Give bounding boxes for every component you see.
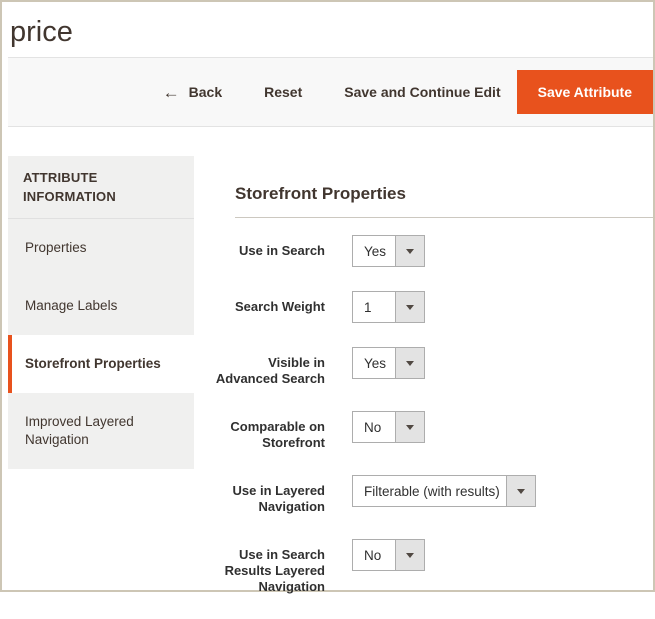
back-button-label: Back	[189, 84, 222, 100]
use-in-search-results-layered-navigation-label: Use in Search Results Layered Navigation	[211, 539, 325, 595]
form-row: Use in Layered Navigation Filterable (wi…	[211, 475, 653, 515]
select-value: 1	[353, 292, 395, 322]
sidebar-item-storefront-properties[interactable]: Storefront Properties	[8, 335, 194, 393]
form-row: Use in Search Results Layered Navigation…	[211, 539, 653, 595]
chevron-down-icon	[395, 540, 424, 570]
comparable-on-storefront-label: Comparable on Storefront	[211, 411, 325, 451]
use-in-search-select[interactable]: Yes	[352, 235, 425, 267]
select-value: Filterable (with results)	[353, 476, 506, 506]
form-row: Use in Search Yes	[211, 235, 653, 267]
sidebar-item-manage-labels[interactable]: Manage Labels	[8, 277, 194, 335]
sidebar-item-improved-layered-navigation[interactable]: Improved Layered Navigation	[8, 393, 194, 469]
select-value: No	[353, 412, 395, 442]
page-title: price	[2, 2, 653, 57]
form-row: Comparable on Storefront No	[211, 411, 653, 451]
reset-button[interactable]: Reset	[264, 84, 302, 100]
content-area: ATTRIBUTE INFORMATION Properties Manage …	[8, 156, 653, 619]
form-row: Search Weight 1	[211, 291, 653, 323]
sidebar-header: ATTRIBUTE INFORMATION	[8, 156, 194, 219]
sidebar-item-properties[interactable]: Properties	[8, 219, 194, 277]
section-divider	[235, 217, 653, 218]
select-value: No	[353, 540, 395, 570]
use-in-search-label: Use in Search	[211, 235, 325, 259]
use-in-layered-navigation-label: Use in Layered Navigation	[211, 475, 325, 515]
save-attribute-button[interactable]: Save Attribute	[517, 70, 653, 114]
back-button[interactable]: ← Back	[163, 84, 222, 101]
chevron-down-icon	[395, 292, 424, 322]
visible-in-advanced-search-select[interactable]: Yes	[352, 347, 425, 379]
visible-in-advanced-search-label: Visible in Advanced Search	[211, 347, 325, 387]
select-value: Yes	[353, 348, 395, 378]
select-value: Yes	[353, 236, 395, 266]
search-weight-label: Search Weight	[211, 291, 325, 315]
comparable-on-storefront-select[interactable]: No	[352, 411, 425, 443]
save-and-continue-button[interactable]: Save and Continue Edit	[344, 84, 500, 100]
search-weight-select[interactable]: 1	[352, 291, 425, 323]
storefront-properties-form: Use in Search Yes Search Weight 1 Visibl…	[211, 235, 653, 595]
use-in-layered-navigation-select[interactable]: Filterable (with results)	[352, 475, 536, 507]
toolbar: ← Back Reset Save and Continue Edit Save…	[8, 57, 653, 127]
attribute-information-sidebar: ATTRIBUTE INFORMATION Properties Manage …	[8, 156, 194, 469]
form-row: Visible in Advanced Search Yes	[211, 347, 653, 387]
back-arrow-icon: ←	[163, 84, 180, 101]
storefront-properties-panel: Storefront Properties Use in Search Yes …	[211, 156, 653, 619]
chevron-down-icon	[395, 348, 424, 378]
chevron-down-icon	[395, 412, 424, 442]
chevron-down-icon	[395, 236, 424, 266]
section-heading: Storefront Properties	[235, 184, 653, 204]
use-in-search-results-layered-navigation-select[interactable]: No	[352, 539, 425, 571]
chevron-down-icon	[506, 476, 535, 506]
